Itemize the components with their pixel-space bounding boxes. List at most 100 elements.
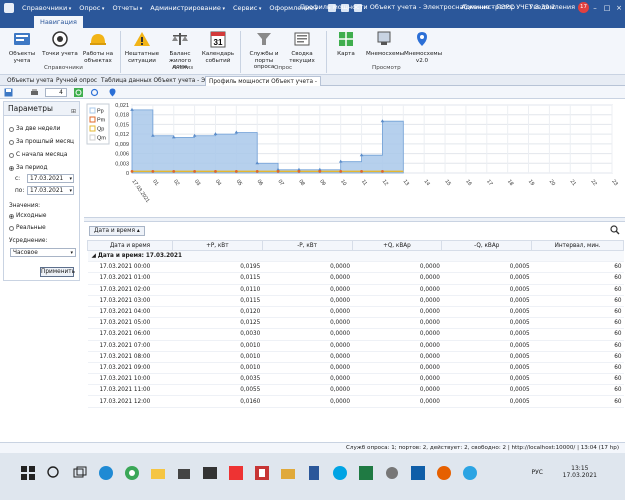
group-row[interactable]: ◢ Дата и время: 17.03.2021 (87, 250, 624, 263)
outlook-icon[interactable] (410, 465, 426, 481)
folder-icon[interactable] (280, 465, 296, 481)
edge-icon[interactable] (98, 465, 114, 481)
clock[interactable]: 13:15 17.03.2021 (563, 465, 597, 479)
minimize-icon[interactable]: – (589, 0, 601, 16)
mnemonic-v2-button[interactable]: Мнемосхемы v2.0 (404, 30, 442, 64)
from-date-picker[interactable]: 17.03.2021 (27, 174, 74, 183)
col-q-plus[interactable]: +Q, кВАр (351, 240, 443, 251)
calendar-button[interactable]: 31 Календарь событий (200, 30, 236, 64)
table-row[interactable]: 17.03.2021 00:00 0,0195 0,0000 0,0000 0,0005… (87, 261, 624, 274)
table-cell: 0,0010 (172, 351, 263, 363)
ie-icon[interactable] (462, 465, 478, 481)
map-button[interactable]: Карта (328, 30, 364, 58)
doc-icon[interactable] (306, 465, 322, 481)
values-real[interactable]: Реальные (9, 225, 46, 231)
legend-swatch[interactable] (89, 116, 96, 123)
firefox-icon[interactable] (436, 465, 452, 481)
close-icon[interactable]: × (613, 0, 625, 16)
period-two-weeks[interactable]: За две недели (9, 126, 60, 132)
col-interval[interactable]: Интервал, мин. (531, 240, 624, 251)
language-indicator[interactable]: РУС (532, 469, 543, 476)
doc-tab-data-table[interactable]: Таблица данных Объект учета - Элект (98, 76, 222, 86)
excel-icon[interactable] (358, 465, 374, 481)
works-button[interactable]: Работы на объектах (80, 30, 116, 64)
col-datetime[interactable]: Дата и время (87, 240, 173, 251)
save-icon[interactable] (4, 88, 13, 97)
meters-button[interactable]: Точки учета (42, 30, 78, 58)
table-row[interactable]: 17.03.2021 12:00 0,0160 0,0000 0,0000 0,0005… (87, 395, 624, 408)
status-text: Служб опроса: 1; портов: 2, действует: 2… (345, 445, 619, 451)
location-icon[interactable] (108, 88, 117, 97)
menu-item-poll[interactable]: Опрос (75, 4, 108, 12)
doc-tab-objects[interactable]: Объекты учета (4, 76, 56, 86)
period-last-month[interactable]: За прошлый месяц (9, 139, 74, 145)
doc-tab-power-profile[interactable]: Профиль мощности Объект учета - (205, 76, 321, 86)
menu-item-reports[interactable]: Отчеты (108, 4, 146, 12)
file-explorer-icon[interactable] (150, 465, 166, 481)
table-row[interactable]: 17.03.2021 04:00 0,0120 0,0000 0,0000 0,0005… (87, 306, 624, 319)
terminal-icon[interactable] (202, 465, 218, 481)
user-menu[interactable]: Администратор (461, 3, 515, 11)
table-row[interactable]: 17.03.2021 05:00 0,0125 0,0000 0,0000 0,0005… (87, 317, 624, 330)
perc-icon[interactable] (254, 465, 270, 481)
notifications-button[interactable]: Уведомления (529, 3, 575, 11)
x-tick-label: 02 (172, 179, 180, 187)
skype-icon[interactable] (332, 465, 348, 481)
summary-button[interactable]: Сводка текущих (284, 30, 320, 64)
values-source[interactable]: Исходные (9, 213, 46, 219)
maximize-icon[interactable]: □ (601, 0, 613, 16)
apply-button[interactable]: Применить (40, 267, 75, 277)
store-icon[interactable] (176, 465, 192, 481)
to-date-picker[interactable]: 17.03.2021 (27, 186, 74, 195)
meter-icon (52, 31, 68, 47)
col-q-minus[interactable]: -Q, кВАр (441, 240, 533, 251)
menu-item-service[interactable]: Сервис (229, 4, 265, 12)
search-icon[interactable] (610, 225, 620, 235)
mnemonic-button[interactable]: Мнемосхемы (366, 30, 404, 58)
table-cell: 0,0000 (262, 395, 353, 408)
chrome-icon[interactable] (124, 465, 140, 481)
table-row[interactable]: 17.03.2021 07:00 0,0010 0,0000 0,0000 0,0005… (87, 340, 624, 352)
col-p-plus[interactable]: +P, кВт (171, 240, 263, 251)
objects-button[interactable]: Объекты учета (4, 30, 40, 64)
refresh-icon[interactable] (74, 88, 83, 97)
table-row[interactable]: 17.03.2021 11:00 0,0055 0,0000 0,0000 0,0005… (87, 384, 624, 397)
group-by-chip[interactable]: Дата и время ▴ (89, 226, 145, 236)
params-panel: Параметры ⊞ За две недели За прошлый меся… (3, 101, 80, 281)
table-row[interactable]: 17.03.2021 02:00 0,0110 0,0000 0,0000 0,0005… (87, 284, 624, 296)
period-month-start[interactable]: С начала месяца (9, 152, 67, 158)
task-view-icon[interactable] (72, 465, 88, 481)
table-row[interactable]: 17.03.2021 08:00 0,0010 0,0000 0,0000 0,0005… (87, 351, 624, 363)
windows-start-icon[interactable] (20, 465, 36, 481)
menu-item-directories[interactable]: Справочники (18, 4, 75, 12)
legend-swatch[interactable] (89, 134, 96, 141)
table-row[interactable]: 17.03.2021 06:00 0,0030 0,0000 0,0000 0,0005… (87, 328, 624, 341)
table-row[interactable]: 17.03.2021 10:00 0,0035 0,0000 0,0000 0,0005… (87, 373, 624, 386)
period-custom[interactable]: За период (9, 165, 47, 171)
reload-icon[interactable] (90, 88, 99, 97)
data-grid: Дата и время ▴ Дата и время +P, кВт -P, … (84, 223, 625, 442)
col-p-minus[interactable]: -P, кВт (261, 240, 353, 251)
table-cell: 0,0110 (172, 284, 263, 296)
app-taskbar-icon[interactable] (228, 465, 244, 481)
table-cell: 17.03.2021 05:00 (87, 317, 173, 330)
table-row[interactable]: 17.03.2021 09:00 0,0010 0,0000 0,0000 0,0005… (87, 362, 624, 375)
print-icon[interactable] (30, 88, 39, 97)
step-input[interactable]: 4 (45, 88, 67, 97)
averaging-select[interactable]: Часовое (10, 248, 76, 257)
table-cell: 0,0000 (352, 261, 442, 274)
legend-swatch[interactable] (89, 125, 96, 132)
pin-icon[interactable]: ⊞ (71, 105, 76, 119)
table-row[interactable]: 17.03.2021 01:00 0,0115 0,0000 0,0000 0,0005… (87, 272, 624, 285)
doc-tab-manual-poll[interactable]: Ручной опрос (53, 76, 100, 86)
menu-item-admin[interactable]: Администрирование (146, 4, 229, 12)
splitter[interactable] (84, 217, 625, 222)
legend-label: Pp (97, 109, 104, 115)
incidents-button[interactable]: Нештатные ситуации (124, 30, 160, 64)
legend-swatch[interactable] (89, 107, 96, 114)
table-cell: 0,0000 (262, 272, 353, 285)
search-taskbar-icon[interactable] (46, 465, 62, 481)
settings-icon[interactable] (384, 465, 400, 481)
tab-navigation[interactable]: Навигация (34, 16, 83, 28)
table-row[interactable]: 17.03.2021 03:00 0,0115 0,0000 0,0000 0,0005… (87, 295, 624, 307)
